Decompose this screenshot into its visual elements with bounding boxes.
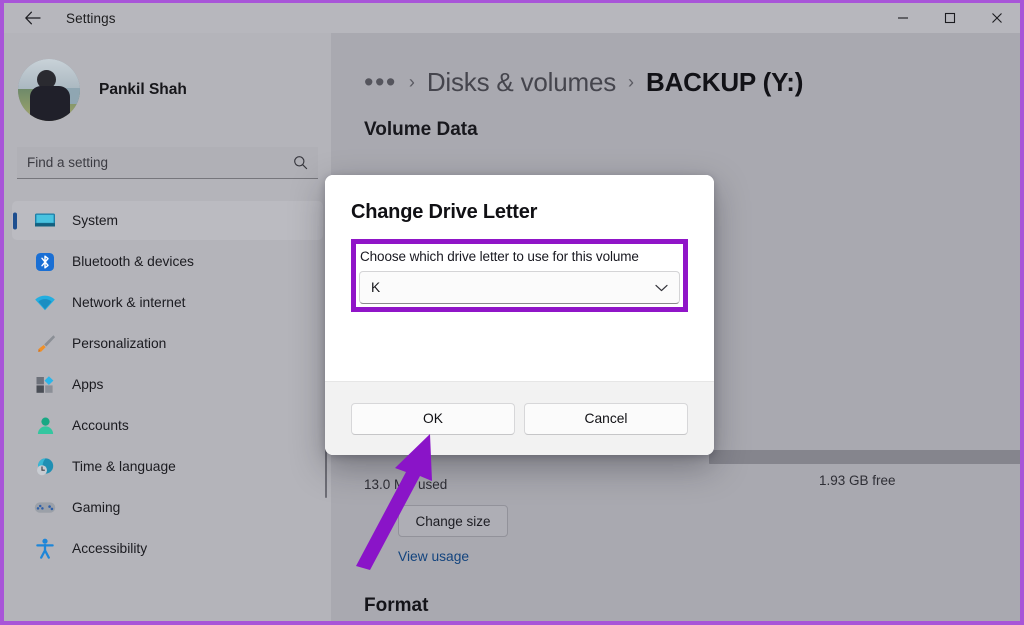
- breadcrumb-current-page: BACKUP (Y:): [646, 66, 804, 97]
- sidebar-item-network-internet[interactable]: Network & internet: [12, 283, 323, 322]
- drive-letter-dropdown[interactable]: K: [359, 271, 680, 304]
- sidebar-nav: System Bluetooth & devices Network & int…: [4, 201, 331, 568]
- close-icon: [991, 13, 1002, 23]
- close-button[interactable]: [973, 3, 1020, 33]
- search-icon: [293, 155, 308, 170]
- minimize-icon: [897, 17, 908, 19]
- sidebar-item-label: Apps: [72, 377, 104, 392]
- breadcrumb-separator: ›: [408, 71, 415, 92]
- sidebar-item-apps[interactable]: Apps: [12, 365, 323, 404]
- clock-globe-icon: [32, 456, 58, 478]
- sidebar-item-time-language[interactable]: Time & language: [12, 447, 323, 486]
- dialog-body: Change Drive Letter Choose which drive l…: [325, 175, 714, 381]
- search-placeholder: Find a setting: [27, 155, 109, 170]
- avatar: [18, 59, 80, 121]
- maximize-icon: [944, 12, 955, 24]
- monitor-icon: [32, 210, 58, 232]
- sidebar-item-label: System: [72, 213, 118, 228]
- sidebar-item-gaming[interactable]: Gaming: [12, 488, 323, 527]
- apps-grid-icon: [32, 374, 58, 396]
- chevron-down-icon: [655, 279, 668, 297]
- sidebar-item-accounts[interactable]: Accounts: [12, 406, 323, 445]
- back-button[interactable]: [14, 4, 52, 32]
- person-icon: [32, 415, 58, 437]
- usage-bar-fill: [709, 450, 1020, 464]
- breadcrumb-overflow-button[interactable]: •••: [364, 69, 397, 96]
- sidebar-item-bluetooth-devices[interactable]: Bluetooth & devices: [12, 242, 323, 281]
- change-drive-letter-dialog: Change Drive Letter Choose which drive l…: [325, 175, 714, 455]
- sidebar-item-label: Gaming: [72, 500, 121, 515]
- used-space-label: 13.0 MB used: [364, 477, 448, 492]
- sidebar-item-label: Time & language: [72, 459, 176, 474]
- minimize-button[interactable]: [879, 3, 926, 33]
- free-space-label: 1.93 GB free: [819, 473, 896, 488]
- bluetooth-icon: [32, 251, 58, 273]
- breadcrumb: ••• › Disks & volumes › BACKUP (Y:): [331, 33, 1020, 99]
- gamepad-icon: [32, 497, 58, 519]
- sidebar-item-label: Personalization: [72, 336, 167, 351]
- sidebar-item-personalization[interactable]: Personalization: [12, 324, 323, 363]
- dialog-title: Change Drive Letter: [351, 201, 538, 223]
- drive-letter-value: K: [371, 280, 381, 295]
- selection-indicator: [13, 212, 17, 229]
- sidebar-item-accessibility[interactable]: Accessibility: [12, 529, 323, 568]
- wifi-icon: [32, 292, 58, 314]
- maximize-button[interactable]: [926, 3, 973, 33]
- breadcrumb-separator: ›: [628, 71, 635, 92]
- back-arrow-icon: [25, 11, 41, 25]
- cancel-button[interactable]: Cancel: [524, 402, 688, 435]
- sidebar-item-label: Accessibility: [72, 541, 148, 556]
- user-name: Pankil Shah: [99, 81, 187, 98]
- sidebar-item-system[interactable]: System: [12, 201, 323, 240]
- search-input[interactable]: Find a setting: [17, 147, 318, 179]
- sidebar-item-label: Accounts: [72, 418, 129, 433]
- breadcrumb-parent-link[interactable]: Disks & volumes: [427, 67, 616, 98]
- paintbrush-icon: [32, 333, 58, 355]
- window-controls: [879, 3, 1020, 33]
- format-heading: Format: [364, 595, 429, 616]
- sidebar-item-label: Bluetooth & devices: [72, 254, 194, 269]
- highlight-annotation-box: Choose which drive letter to use for thi…: [351, 239, 688, 312]
- ok-button[interactable]: OK: [351, 402, 515, 435]
- sidebar-item-label: Network & internet: [72, 295, 186, 310]
- title-bar: Settings: [4, 3, 1020, 33]
- dialog-footer: OK Cancel: [325, 381, 714, 455]
- change-size-button[interactable]: Change size: [398, 505, 508, 537]
- drive-letter-field-label: Choose which drive letter to use for thi…: [360, 249, 639, 264]
- app-title: Settings: [66, 10, 116, 26]
- settings-window: Settings Pankil Shah Find a setting Syst…: [0, 0, 1024, 625]
- view-usage-link[interactable]: View usage: [398, 549, 469, 564]
- sidebar: Pankil Shah Find a setting System Blueto…: [4, 33, 331, 621]
- account-block[interactable]: Pankil Shah: [4, 33, 331, 125]
- accessibility-icon: [32, 538, 58, 560]
- volume-data-heading: Volume Data: [364, 119, 478, 140]
